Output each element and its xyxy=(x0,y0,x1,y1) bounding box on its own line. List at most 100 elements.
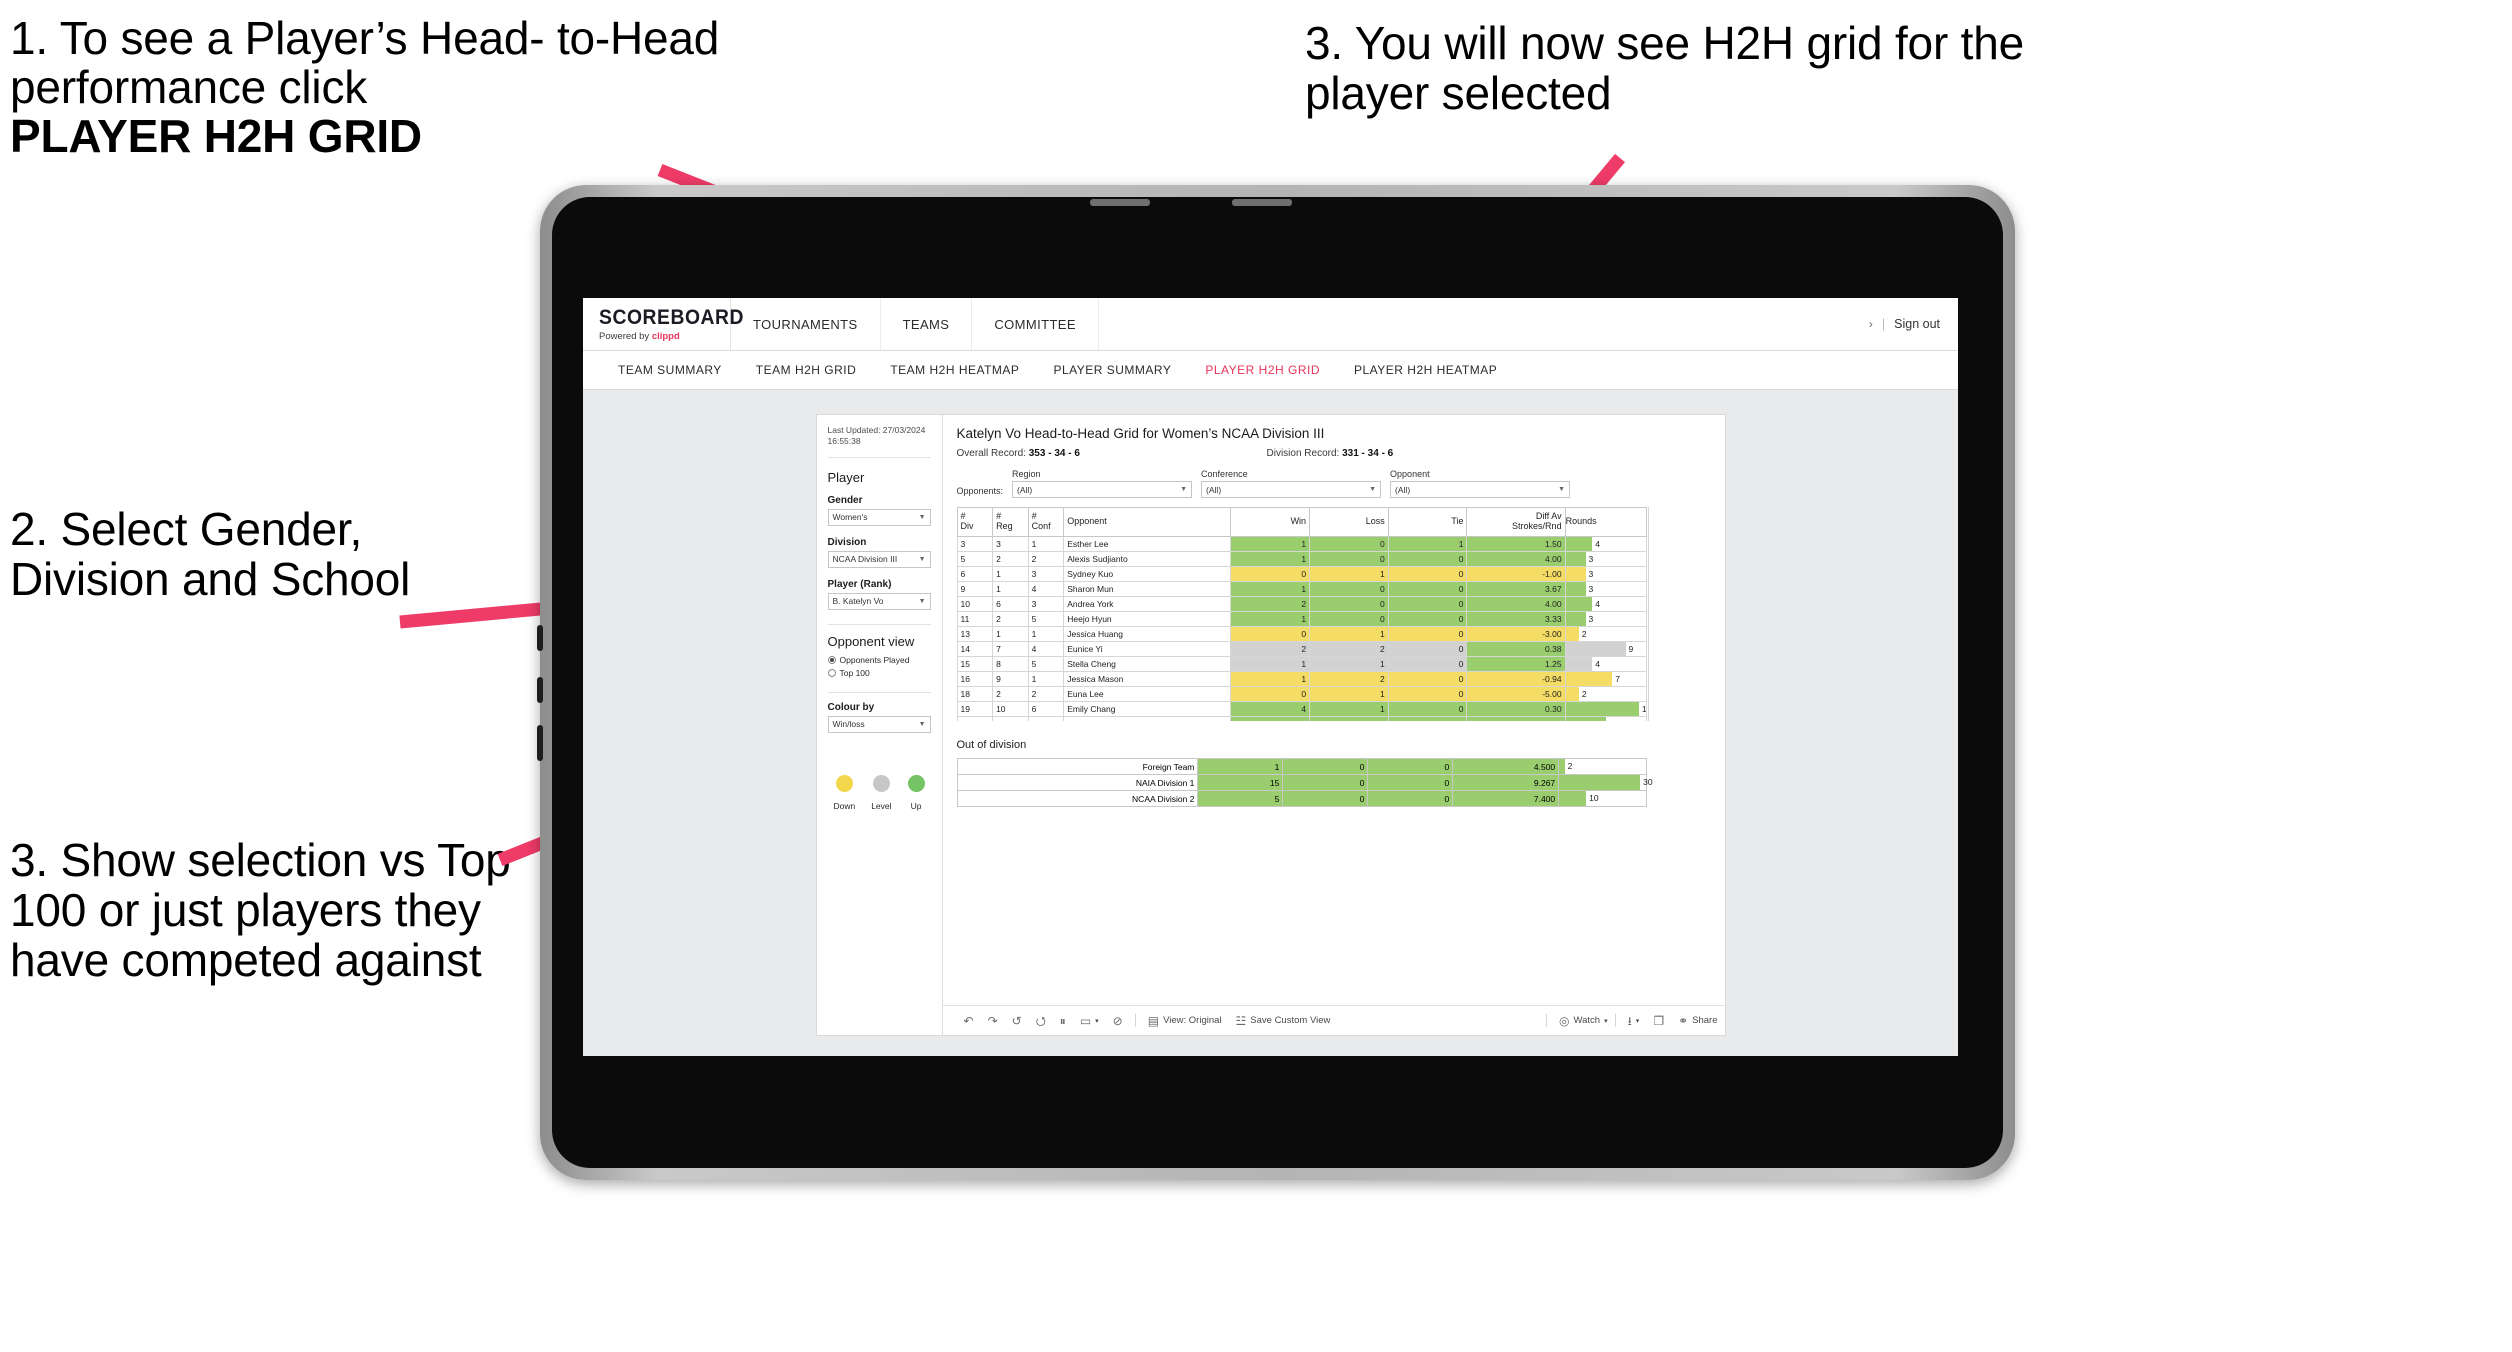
cell-loss: 0 xyxy=(1309,551,1389,567)
legend-item: Level xyxy=(871,774,892,811)
table-row[interactable]: 5 2 2 Alexis Sudjianto 1 0 0 4.00 3 xyxy=(956,551,1647,567)
toolbar-download-icon[interactable]: ⭳ ▾ xyxy=(1621,1015,1647,1027)
alert-icon: ⊘ xyxy=(1112,1013,1123,1028)
cell-loss: 1 xyxy=(1309,701,1389,717)
cell-win: 0 xyxy=(1230,566,1311,582)
rounds-bar xyxy=(1566,627,1579,641)
cell-tie: 0 xyxy=(1387,566,1468,582)
player-rank-select[interactable]: B. Katelyn Vo ▼ xyxy=(827,592,931,610)
cell-opponent: Jessica Mason xyxy=(1063,671,1232,687)
sign-out-link[interactable]: Sign out xyxy=(1894,317,1940,331)
cell-win: 1 xyxy=(1230,551,1311,567)
toolbar-watch-button[interactable]: ◎ Watch ▾ xyxy=(1552,1015,1615,1027)
cell-win: 0 xyxy=(1230,686,1311,702)
cell-win: 15 xyxy=(1197,774,1284,791)
tab-team-summary[interactable]: TEAM SUMMARY xyxy=(601,363,739,377)
toolbar-share-label: Share xyxy=(1692,1015,1718,1026)
tab-team-h2h-grid[interactable]: TEAM H2H GRID xyxy=(739,363,874,377)
toolbar-pause-icon[interactable]: ⏸ xyxy=(1053,1015,1073,1027)
gender-select[interactable]: Women's ▼ xyxy=(827,508,931,526)
cell-loss: 2 xyxy=(1309,641,1389,657)
radio-opponents-played[interactable]: Opponents Played xyxy=(827,655,931,665)
table-row[interactable]: 16 9 1 Jessica Mason 1 2 0 -0.94 7 xyxy=(956,671,1647,687)
table-row[interactable]: 6 1 3 Sydney Kuo 0 1 0 -1.00 3 xyxy=(956,566,1647,582)
h2h-grid-scroll-region[interactable]: # Div # Reg # Conf Opponent Win Loss Tie… xyxy=(956,507,1649,721)
division-select[interactable]: NCAA Division III ▼ xyxy=(827,550,931,568)
cell-div: 19 xyxy=(956,701,994,717)
cell-rounds: 30 xyxy=(1558,774,1653,791)
toolbar-redo-icon[interactable]: ↷ xyxy=(981,1015,1005,1027)
cell-opponent: Andrea York xyxy=(1063,596,1232,612)
gender-value: Women's xyxy=(832,512,868,523)
table-row[interactable]: 19106Emily Chang4100.3011 xyxy=(956,701,1647,717)
out-of-division-row[interactable]: Foreign Team 1 0 0 4.500 2 xyxy=(956,758,1647,775)
toolbar-view-original-button[interactable]: ▤ View: Original xyxy=(1141,1015,1229,1027)
table-row[interactable]: 13 1 1 Jessica Huang 0 1 0 -3.00 2 xyxy=(956,626,1647,642)
annotation-step-3: 3. Show selection vs Top 100 or just pla… xyxy=(10,834,511,987)
nav-tournaments[interactable]: TOURNAMENTS xyxy=(731,298,881,350)
cell-tie: 0 xyxy=(1387,581,1468,597)
division-value: NCAA Division III xyxy=(832,554,898,565)
out-of-division-row[interactable]: NAIA Division 1 15 0 0 9.267 30 xyxy=(956,774,1653,791)
toolbar-alert-icon[interactable]: ⊘ xyxy=(1106,1015,1130,1027)
cell-diff: 4.00 xyxy=(1466,596,1566,612)
colour-by-select[interactable]: Win/loss ▼ xyxy=(827,715,931,733)
table-row[interactable]: 18 2 2 Euna Lee 0 1 0 -5.00 2 xyxy=(956,686,1647,702)
nav-teams[interactable]: TEAMS xyxy=(881,298,973,350)
table-row[interactable]: 9 1 4 Sharon Mun 1 0 0 3.67 3 xyxy=(956,581,1647,597)
player-rank-label: Player (Rank) xyxy=(827,578,892,590)
cell-conf: 6 xyxy=(1027,701,1065,717)
table-row[interactable]: 20117Federica Domecq Lacroze2101.33 6 xyxy=(956,716,1647,721)
rounds-bar xyxy=(1566,672,1613,686)
cell-conf: 1 xyxy=(1027,536,1065,552)
h2h-grid-body: 3 3 1 Esther Lee 1 0 1 1.50 4 5 2 2 Alexis Sudjianto… xyxy=(956,536,1647,721)
radio-selected-icon xyxy=(827,655,836,664)
cell-group-name: NCAA Division 2 xyxy=(956,790,1199,807)
tab-player-summary[interactable]: PLAYER SUMMARY xyxy=(1036,363,1188,377)
table-row[interactable]: 10 6 3 Andrea York 2 0 0 4.00 4 xyxy=(956,596,1647,612)
cell-reg: 2 xyxy=(992,611,1029,627)
cell-div: 14 xyxy=(956,641,994,657)
conference-select[interactable]: (All) ▼ xyxy=(1201,481,1382,498)
tab-player-h2h-grid[interactable]: PLAYER H2H GRID xyxy=(1188,363,1337,377)
rounds-bar-wrap: 3 xyxy=(1566,612,1645,626)
chevron-right-icon[interactable]: › xyxy=(1869,318,1873,330)
tab-player-h2h-heatmap[interactable]: PLAYER H2H HEATMAP xyxy=(1337,363,1514,377)
nav-committee[interactable]: COMMITTEE xyxy=(972,298,1099,350)
conference-value: (All) xyxy=(1206,484,1222,495)
cell-win: 1 xyxy=(1230,536,1311,552)
overall-record-value: 353 - 34 - 6 xyxy=(1028,448,1080,459)
legend-dot-down xyxy=(835,774,853,792)
toolbar-refresh-icon[interactable]: ⭯ xyxy=(1029,1015,1053,1027)
cell-tie: 0 xyxy=(1387,701,1468,717)
table-row[interactable]: 3 3 1 Esther Lee 1 0 1 1.50 4 xyxy=(956,536,1647,552)
table-row[interactable]: 15 8 5 Stella Cheng 1 1 0 1.25 4 xyxy=(956,656,1647,672)
legend-dot-level xyxy=(872,774,890,792)
chevron-down-icon: ▾ xyxy=(1635,1017,1640,1025)
table-row[interactable]: 14 7 4 Eunice Yi 2 2 0 0.38 9 xyxy=(956,641,1647,657)
cell-loss: 1 xyxy=(1309,686,1389,702)
cell-rounds: 3 xyxy=(1564,566,1647,582)
toolbar-undo-icon[interactable]: ↶ xyxy=(957,1015,981,1027)
cell-loss: 0 xyxy=(1309,611,1389,627)
cell-win: 1 xyxy=(1230,671,1311,687)
toolbar-fullscreen-icon[interactable]: ❐ xyxy=(1646,1015,1671,1027)
rounds-value: 3 xyxy=(1588,569,1594,579)
rounds-value: 3 xyxy=(1588,554,1594,564)
opponent-select[interactable]: (All) ▼ xyxy=(1390,481,1571,498)
division-label: Division xyxy=(827,536,867,548)
region-select[interactable]: (All) ▼ xyxy=(1012,481,1193,498)
toolbar-highlight-icon[interactable]: ▭ ▾ xyxy=(1073,1015,1106,1027)
brand-logo[interactable]: SCOREBOARD Powered by clippd xyxy=(583,298,744,350)
cell-opponent: Esther Lee xyxy=(1063,536,1232,552)
toolbar-save-custom-view-button[interactable]: ☳ Save Custom View xyxy=(1229,1015,1338,1027)
tab-team-h2h-heatmap[interactable]: TEAM H2H HEATMAP xyxy=(873,363,1036,377)
gender-label: Gender xyxy=(827,494,863,506)
cell-rounds: 2 xyxy=(1564,686,1647,702)
rounds-value: 6 xyxy=(1606,718,1614,721)
toolbar-revert-icon[interactable]: ↺ xyxy=(1005,1015,1029,1027)
radio-top-100[interactable]: Top 100 xyxy=(827,668,931,678)
table-row[interactable]: 11 2 5 Heejo Hyun 1 0 0 3.33 3 xyxy=(956,611,1647,627)
toolbar-share-button[interactable]: ⚭ Share xyxy=(1671,1015,1724,1027)
out-of-division-row[interactable]: NCAA Division 2 5 0 0 7.400 10 xyxy=(956,790,1647,807)
